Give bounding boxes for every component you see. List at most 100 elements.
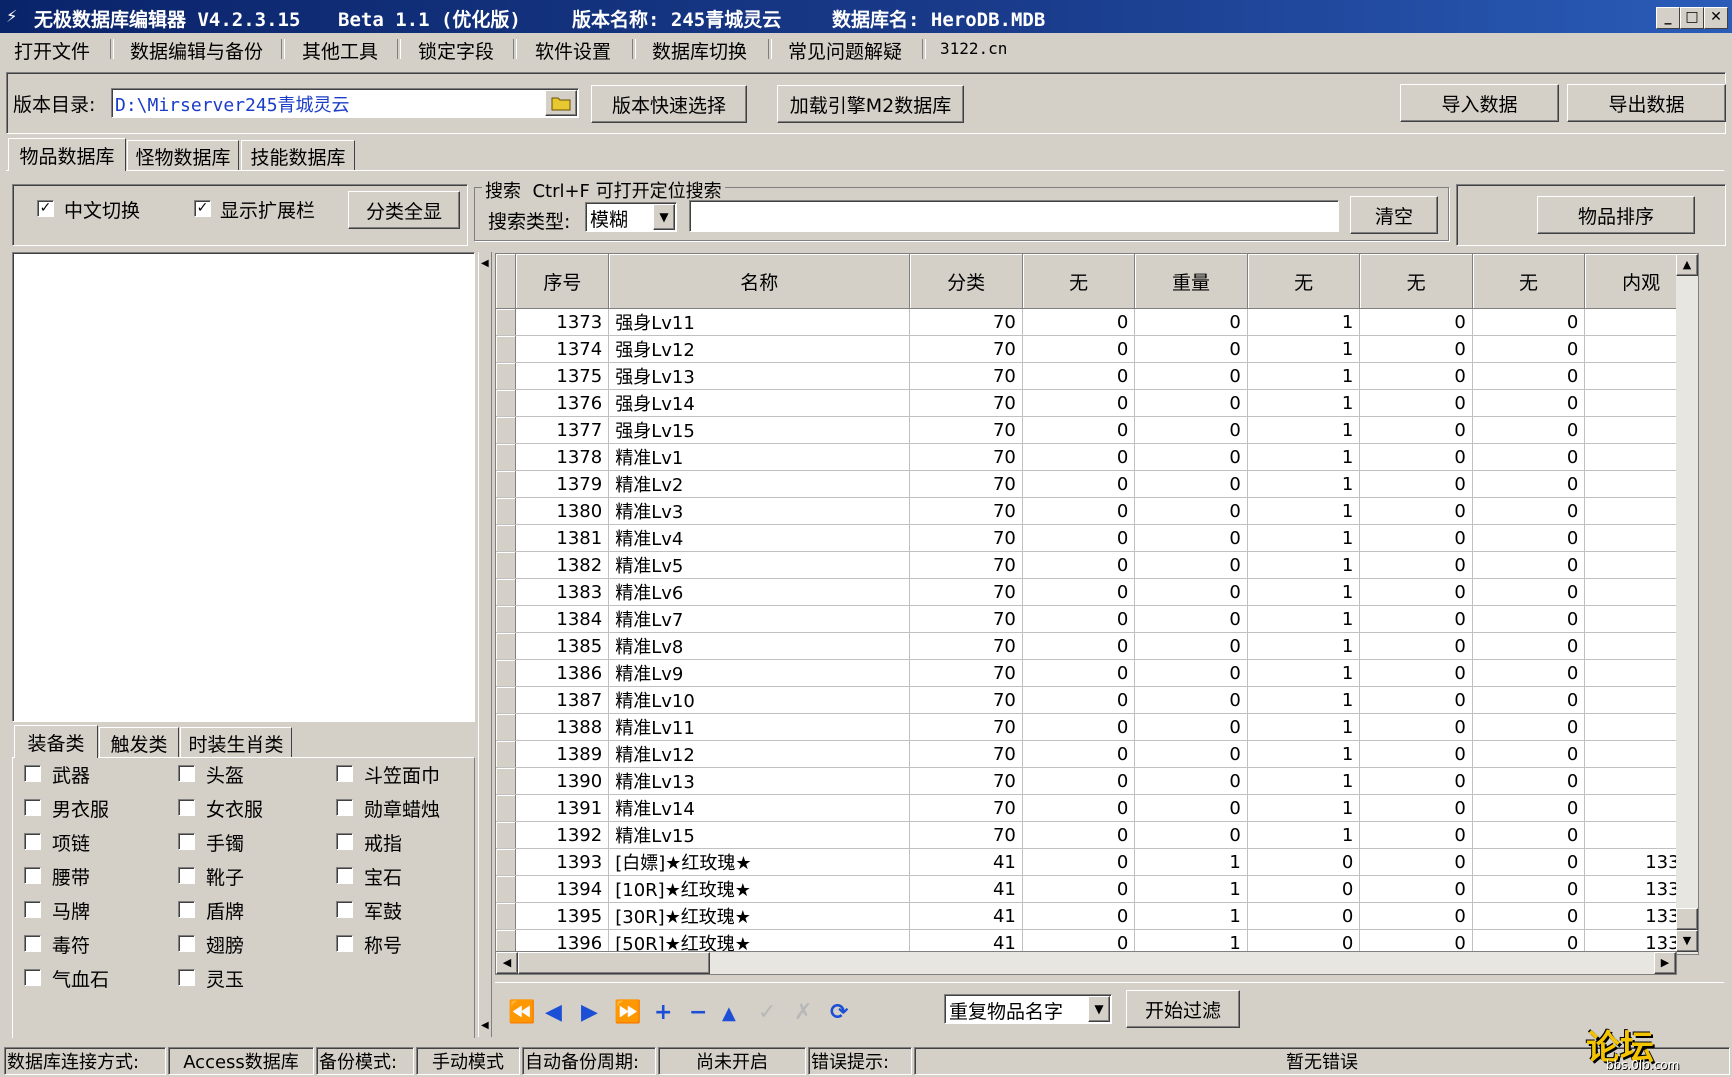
table-cell[interactable]: 0 xyxy=(1022,524,1136,552)
refresh-icon[interactable]: ⟳ xyxy=(830,1000,848,1025)
table-cell[interactable]: 1389 xyxy=(515,740,610,768)
category-checkbox[interactable] xyxy=(336,799,353,816)
quick-select-button[interactable]: 版本快速选择 xyxy=(591,85,747,123)
table-cell[interactable]: 0 xyxy=(1134,740,1248,768)
table-cell[interactable]: 0 xyxy=(1472,875,1586,903)
table-row[interactable]: 1389精准Lv1270001000 xyxy=(496,740,1698,768)
table-cell[interactable]: 精准Lv14 xyxy=(608,794,911,822)
tab-fashion[interactable]: 时装生肖类 xyxy=(180,727,292,758)
table-cell[interactable]: 强身Lv15 xyxy=(608,416,911,444)
table-cell[interactable]: 70 xyxy=(909,740,1023,768)
table-row[interactable]: 1392精准Lv1570001000 xyxy=(496,821,1698,849)
tab-trigger[interactable]: 触发类 xyxy=(99,727,179,758)
table-cell[interactable]: 0 xyxy=(1134,443,1248,471)
table-cell[interactable]: 0 xyxy=(1359,848,1473,876)
table-row[interactable]: 1378精准Lv170001000 xyxy=(496,443,1698,471)
table-cell[interactable]: 70 xyxy=(909,794,1023,822)
table-cell[interactable]: 0 xyxy=(1472,578,1586,606)
table-cell[interactable]: 1393 xyxy=(515,848,610,876)
table-cell[interactable]: 0 xyxy=(1134,686,1248,714)
row-indicator[interactable] xyxy=(496,470,517,498)
table-cell[interactable]: 1381 xyxy=(515,524,610,552)
table-cell[interactable]: 1 xyxy=(1247,686,1361,714)
table-cell[interactable]: 0 xyxy=(1134,551,1248,579)
table-cell[interactable]: 1 xyxy=(1247,740,1361,768)
folder-icon[interactable] xyxy=(545,90,577,116)
table-row[interactable]: 1394 [10R]★红玫瑰★ 41 0 1 0 0 0 1338 xyxy=(496,875,1698,903)
table-cell[interactable]: 0 xyxy=(1022,767,1136,795)
table-cell[interactable]: 0 xyxy=(1472,767,1586,795)
table-cell[interactable]: 1391 xyxy=(515,794,610,822)
scroll-down-icon[interactable]: ▼ xyxy=(1676,930,1698,952)
scroll-right-icon[interactable]: ▶ xyxy=(1654,952,1676,974)
table-cell[interactable]: 70 xyxy=(909,821,1023,849)
category-checkbox[interactable] xyxy=(336,867,353,884)
table-cell[interactable]: 0 xyxy=(1022,335,1136,363)
table-cell[interactable]: 0 xyxy=(1134,821,1248,849)
table-cell[interactable]: 0 xyxy=(1134,416,1248,444)
menu-lock-fields[interactable]: 锁定字段 xyxy=(418,37,494,64)
table-cell[interactable]: [30R]★红玫瑰★ xyxy=(608,902,911,930)
table-cell[interactable]: 41 xyxy=(909,902,1023,930)
category-checkbox[interactable] xyxy=(24,799,41,816)
row-indicator[interactable] xyxy=(496,659,517,687)
table-cell[interactable]: 0 xyxy=(1022,794,1136,822)
show-ext-checkbox[interactable]: ✓ xyxy=(194,200,211,217)
table-cell[interactable]: 70 xyxy=(909,443,1023,471)
table-cell[interactable]: 1375 xyxy=(515,362,610,390)
row-indicator[interactable] xyxy=(496,362,517,390)
table-cell[interactable]: 1 xyxy=(1247,362,1361,390)
category-checkbox[interactable] xyxy=(178,799,195,816)
table-cell[interactable]: 1388 xyxy=(515,713,610,741)
table-cell[interactable]: 1 xyxy=(1247,524,1361,552)
row-indicator[interactable] xyxy=(496,686,517,714)
edit-record-icon[interactable]: ▲ xyxy=(722,1003,736,1024)
category-checkbox[interactable] xyxy=(24,935,41,952)
table-cell[interactable]: 0 xyxy=(1022,308,1136,336)
row-indicator[interactable] xyxy=(496,848,517,876)
row-indicator[interactable] xyxy=(496,308,517,336)
table-cell[interactable]: 0 xyxy=(1359,524,1473,552)
table-row[interactable]: 1381精准Lv470001000 xyxy=(496,524,1698,552)
table-row[interactable]: 1386精准Lv970001000 xyxy=(496,659,1698,687)
category-checkbox[interactable] xyxy=(178,901,195,918)
category-checkbox[interactable] xyxy=(178,765,195,782)
load-engine-button[interactable]: 加载引擎M2数据库 xyxy=(777,85,964,123)
category-checkbox[interactable] xyxy=(178,867,195,884)
maximize-icon[interactable]: □ xyxy=(1680,7,1704,29)
table-cell[interactable]: 0 xyxy=(1359,632,1473,660)
table-cell[interactable]: 0 xyxy=(1022,740,1136,768)
row-indicator[interactable] xyxy=(496,632,517,660)
table-cell[interactable]: 1376 xyxy=(515,389,610,417)
table-cell[interactable]: 1378 xyxy=(515,443,610,471)
table-cell[interactable]: 0 xyxy=(1472,551,1586,579)
table-row[interactable]: 1385精准Lv870001000 xyxy=(496,632,1698,660)
tab-monster-db[interactable]: 怪物数据库 xyxy=(127,140,239,171)
table-cell[interactable]: 1379 xyxy=(515,470,610,498)
category-checkbox[interactable] xyxy=(24,765,41,782)
table-cell[interactable]: 0 xyxy=(1359,767,1473,795)
last-record-icon[interactable]: ⏩ xyxy=(614,1000,641,1025)
table-cell[interactable]: [白嫖]★红玫瑰★ xyxy=(608,848,911,876)
tab-equipment[interactable]: 装备类 xyxy=(14,725,98,758)
table-row[interactable]: 1388精准Lv1170001000 xyxy=(496,713,1698,741)
table-cell[interactable]: 0 xyxy=(1022,848,1136,876)
row-indicator[interactable] xyxy=(496,794,517,822)
table-cell[interactable]: 1373 xyxy=(515,308,610,336)
table-cell[interactable]: 0 xyxy=(1359,470,1473,498)
horizontal-scrollbar[interactable]: ◀ ▶ xyxy=(495,951,1677,975)
table-cell[interactable]: 精准Lv7 xyxy=(608,605,911,633)
table-cell[interactable]: 0 xyxy=(1247,875,1361,903)
row-indicator[interactable] xyxy=(496,389,517,417)
table-cell[interactable]: 0 xyxy=(1359,497,1473,525)
table-cell[interactable]: 0 xyxy=(1472,713,1586,741)
table-cell[interactable]: 0 xyxy=(1134,605,1248,633)
table-cell[interactable]: 0 xyxy=(1022,821,1136,849)
table-cell[interactable]: 0 xyxy=(1359,335,1473,363)
table-cell[interactable]: [10R]★红玫瑰★ xyxy=(608,875,911,903)
table-cell[interactable]: 0 xyxy=(1472,902,1586,930)
table-cell[interactable]: 1 xyxy=(1134,848,1248,876)
category-checkbox[interactable] xyxy=(178,935,195,952)
table-cell[interactable]: 1384 xyxy=(515,605,610,633)
table-row[interactable]: 1387精准Lv1070001000 xyxy=(496,686,1698,714)
